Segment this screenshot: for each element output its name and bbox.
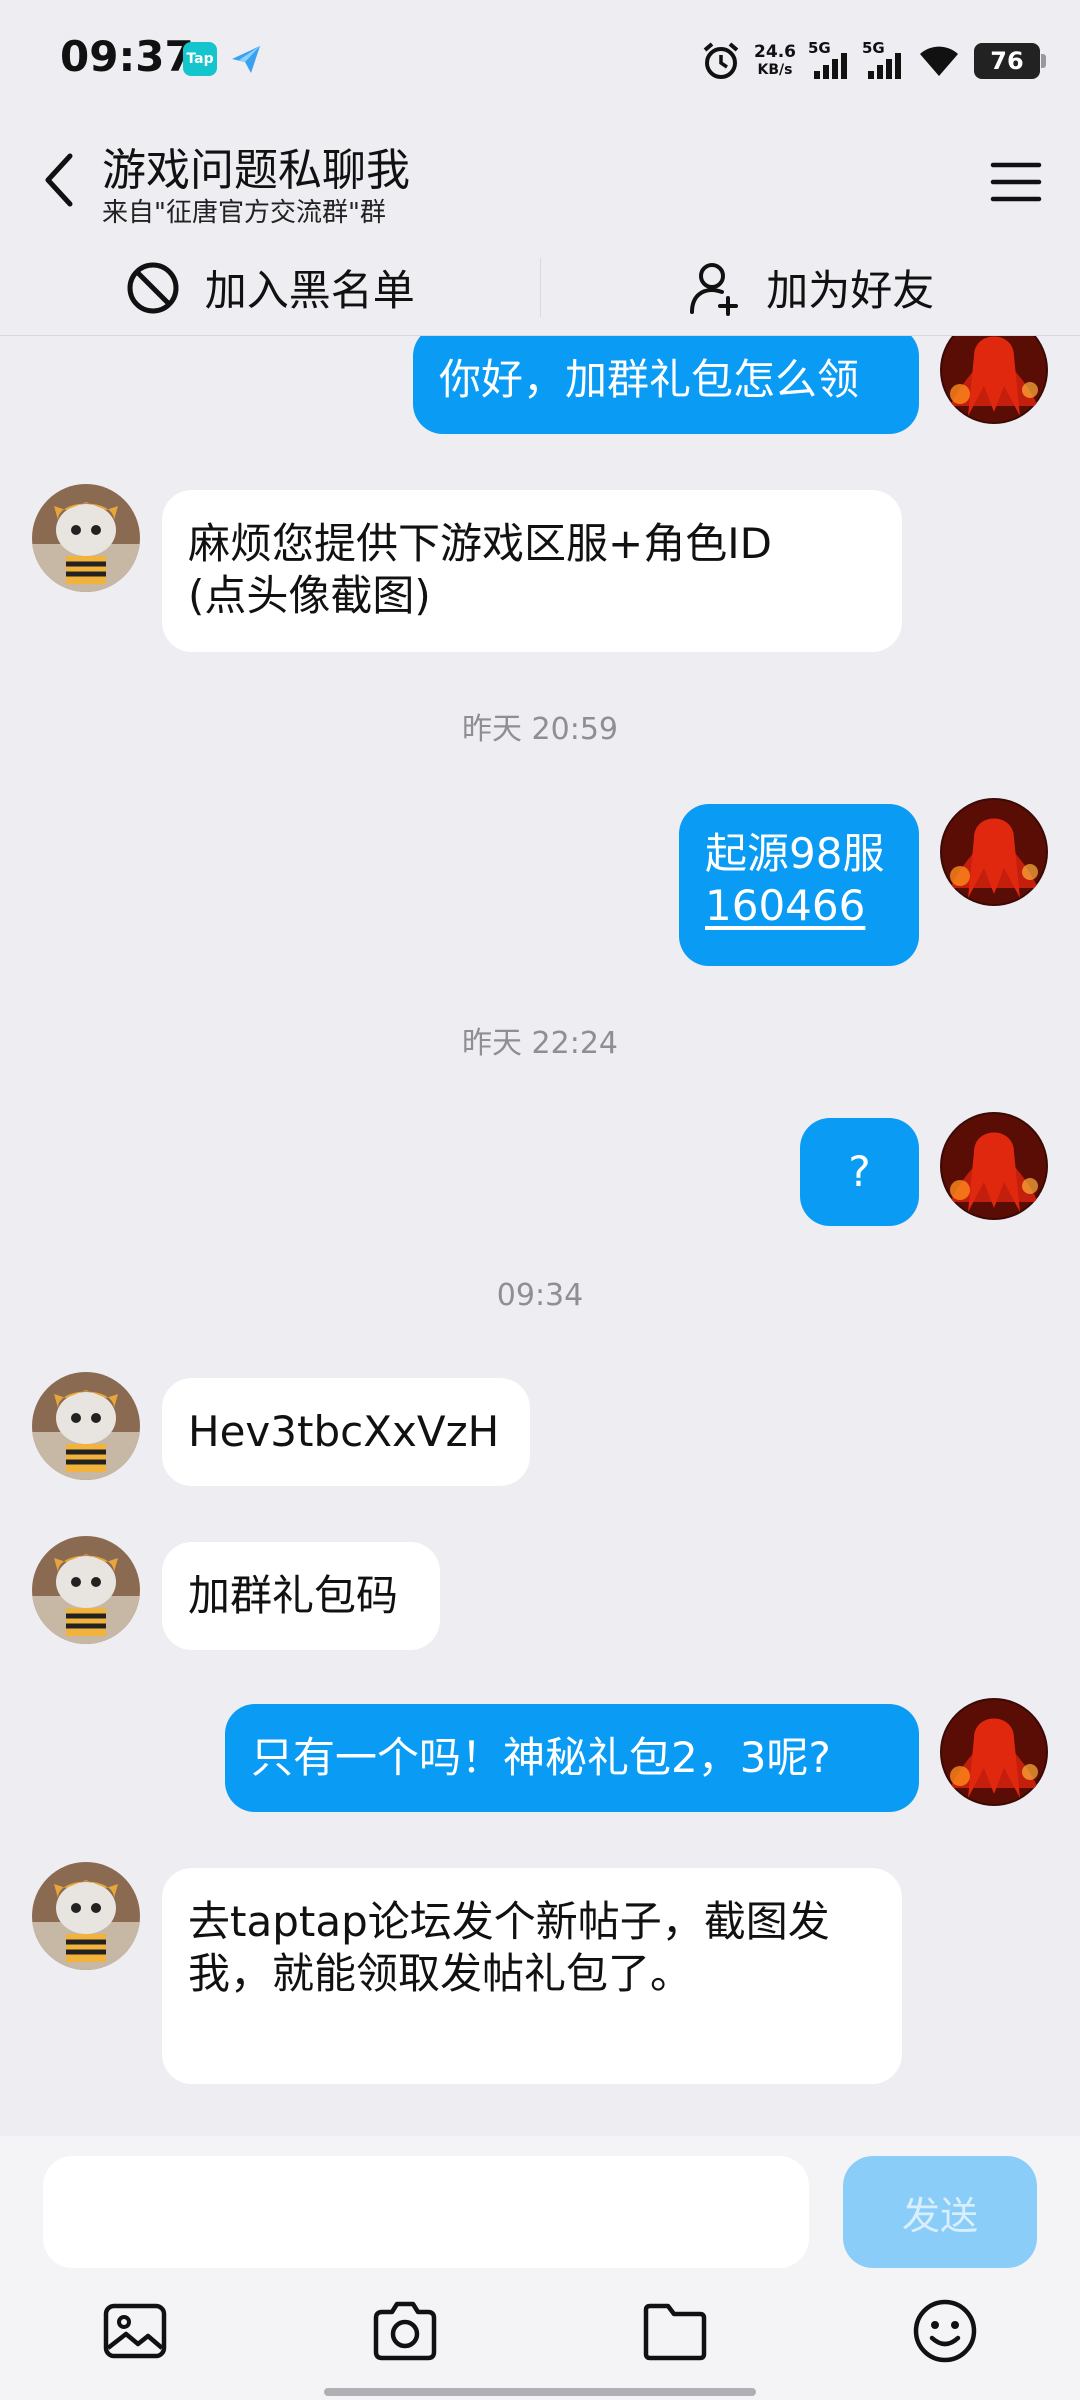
add-friend-label: 加为好友: [766, 266, 935, 315]
input-toolbar: [0, 2296, 1080, 2376]
block-icon: [127, 262, 179, 313]
message-link[interactable]: 160466: [705, 880, 893, 932]
wifi-icon: [920, 46, 958, 76]
tap-icon: Tap: [183, 42, 217, 76]
message-bubble-outgoing[interactable]: 只有一个吗！神秘礼包2，3呢?: [225, 1704, 919, 1812]
message-bubble-outgoing[interactable]: ?: [800, 1118, 919, 1226]
message-bubble-outgoing[interactable]: 起源98服 160466: [679, 804, 919, 966]
menu-button[interactable]: [980, 146, 1052, 218]
contact-avatar[interactable]: [32, 1536, 140, 1644]
status-bar: 09:37 Tap 24.6 KB/s 5G 5G 76: [0, 0, 1080, 120]
chat-title: 游戏问题私聊我: [102, 145, 410, 196]
block-label: 加入黑名单: [204, 266, 415, 315]
signal-2-icon: 5G: [862, 39, 904, 83]
timestamp: 昨天 22:24: [462, 1026, 618, 1061]
battery-icon: 76: [974, 43, 1046, 79]
action-bar: 加入黑名单 加为好友: [0, 240, 1080, 336]
add-friend-icon: [690, 262, 739, 316]
timestamp: 昨天 20:59: [462, 712, 618, 747]
signal-1-icon: 5G: [808, 39, 850, 83]
message-bubble-outgoing[interactable]: 你好，加群礼包怎么领: [413, 336, 919, 434]
send-button[interactable]: 发送: [843, 2156, 1037, 2268]
chat-subtitle: 来自"征唐官方交流群"群: [102, 198, 386, 228]
message-bubble-incoming[interactable]: Hev3tbcXxVzH: [162, 1378, 530, 1486]
network-speed: 24.6 KB/s: [754, 42, 796, 78]
contact-avatar[interactable]: [32, 1372, 140, 1480]
my-avatar[interactable]: [940, 1698, 1048, 1806]
chat-header: 游戏问题私聊我 来自"征唐官方交流群"群: [0, 120, 1080, 240]
camera-icon: [373, 2301, 437, 2361]
back-button[interactable]: [28, 140, 88, 220]
home-indicator[interactable]: [324, 2388, 756, 2396]
message-input[interactable]: [43, 2156, 809, 2268]
block-button[interactable]: 加入黑名单: [0, 240, 540, 335]
my-avatar[interactable]: [940, 336, 1048, 424]
paper-plane-icon: [229, 42, 263, 76]
chat-message-list[interactable]: 你好，加群礼包怎么领 麻烦您提供下游戏区服+角色ID (点头像截图) 昨天 20…: [0, 336, 1080, 2136]
folder-icon: [643, 2303, 707, 2361]
status-time: 09:37: [60, 32, 194, 81]
input-bar: 发送: [0, 2136, 1080, 2400]
message-bubble-incoming[interactable]: 加群礼包码: [162, 1542, 440, 1650]
folder-button[interactable]: [640, 2296, 710, 2366]
menu-icon: [990, 162, 1042, 202]
image-icon: [103, 2303, 167, 2359]
add-friend-button[interactable]: 加为好友: [541, 240, 1080, 335]
my-avatar[interactable]: [940, 1112, 1048, 1220]
camera-button[interactable]: [370, 2296, 440, 2366]
message-bubble-incoming[interactable]: 去taptap论坛发个新帖子，截图发 我，就能领取发帖礼包了。: [162, 1868, 902, 2084]
emoji-button[interactable]: [910, 2296, 980, 2366]
image-button[interactable]: [100, 2296, 170, 2366]
alarm-icon: [703, 42, 739, 79]
contact-avatar[interactable]: [32, 484, 140, 592]
contact-avatar[interactable]: [32, 1862, 140, 1970]
emoji-icon: [913, 2299, 977, 2363]
my-avatar[interactable]: [940, 798, 1048, 906]
chevron-left-icon: [45, 153, 73, 207]
message-bubble-incoming[interactable]: 麻烦您提供下游戏区服+角色ID (点头像截图): [162, 490, 902, 652]
timestamp: 09:34: [496, 1278, 584, 1313]
